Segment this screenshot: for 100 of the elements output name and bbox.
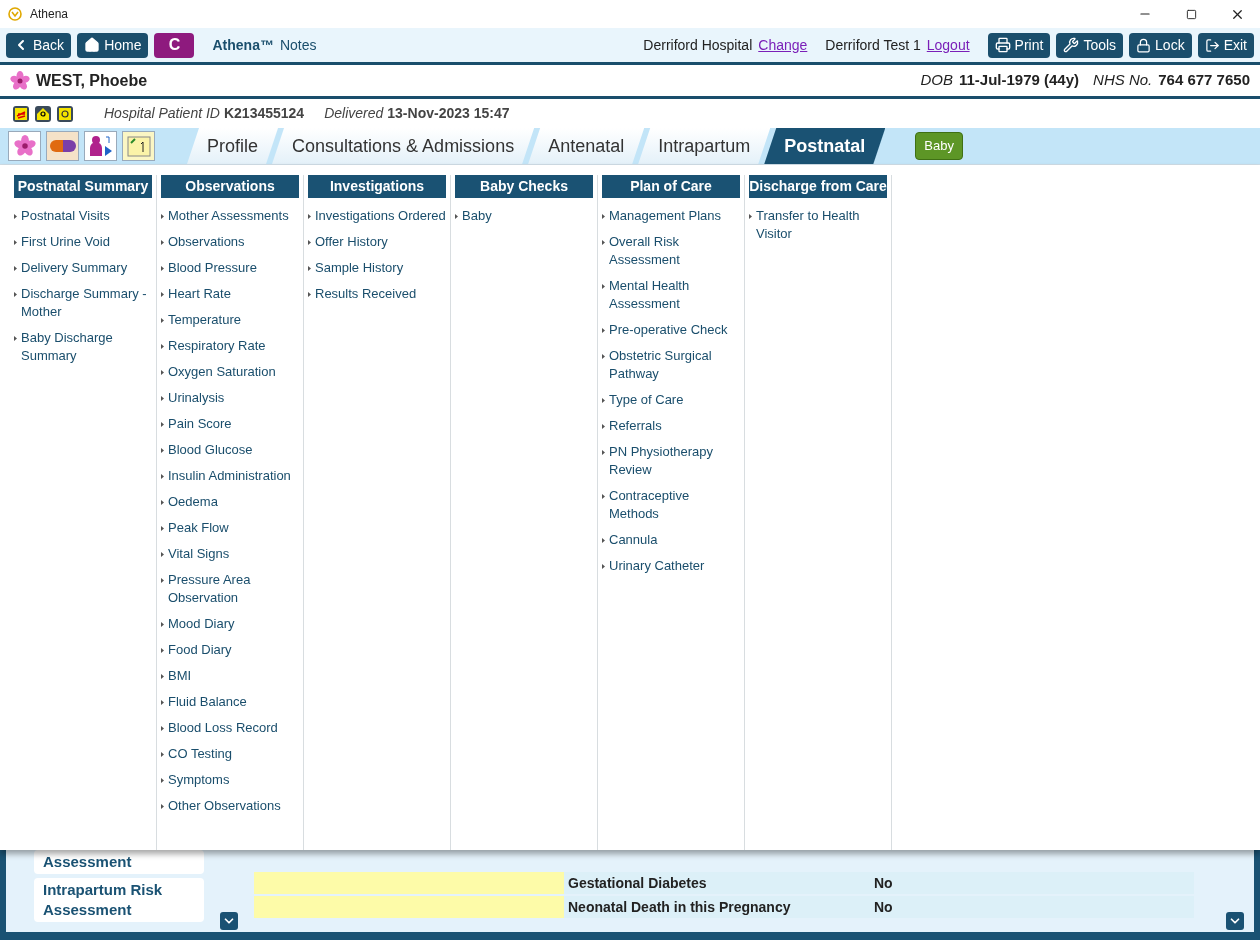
menu-link[interactable]: Respiratory Rate	[161, 337, 299, 355]
bullet-icon	[161, 474, 164, 479]
bullet-icon	[308, 266, 311, 271]
menu-link[interactable]: Oxygen Saturation	[161, 363, 299, 381]
lock-button[interactable]: Lock	[1129, 32, 1192, 58]
person-tool-button[interactable]	[84, 131, 117, 161]
menu-link[interactable]: Other Observations	[161, 797, 299, 815]
menu-link[interactable]: Sample History	[308, 259, 446, 277]
flower-icon	[13, 135, 36, 157]
bullet-icon	[161, 674, 164, 679]
side-card[interactable]: Intrapartum Risk Assessment	[34, 878, 204, 922]
lock-icon	[1136, 37, 1152, 53]
printer-icon	[994, 37, 1011, 53]
menu-link[interactable]: Temperature	[161, 311, 299, 329]
notes-tool-button[interactable]	[122, 131, 155, 161]
menu-link[interactable]: Fluid Balance	[161, 693, 299, 711]
menu-link[interactable]: Pain Score	[161, 415, 299, 433]
menu-link[interactable]: Contraceptive Methods	[602, 487, 740, 523]
bullet-icon	[602, 214, 605, 219]
menu-link[interactable]: Blood Glucose	[161, 441, 299, 459]
menu-link[interactable]: Delivery Summary	[14, 259, 152, 277]
menu-link[interactable]: Pressure Area Observation	[161, 571, 299, 607]
menu-link[interactable]: Insulin Administration	[161, 467, 299, 485]
menu-link[interactable]: Blood Pressure	[161, 259, 299, 277]
capsule-icon	[49, 140, 76, 152]
menu-link[interactable]: Heart Rate	[161, 285, 299, 303]
menu-link[interactable]: Baby	[455, 207, 593, 225]
delivered-value: 13-Nov-2023 15:47	[387, 104, 510, 123]
bullet-icon	[161, 578, 164, 583]
bullet-icon	[161, 552, 164, 557]
home-button[interactable]: Home	[77, 32, 149, 58]
menu-link[interactable]: Postnatal Visits	[14, 207, 152, 225]
menu-column-header: Observations	[161, 175, 299, 198]
bullet-icon	[602, 328, 605, 333]
menu-link[interactable]: Urinalysis	[161, 389, 299, 407]
menu-link[interactable]: Oedema	[161, 493, 299, 511]
back-button[interactable]: Back	[6, 32, 72, 58]
bullet-icon	[161, 622, 164, 627]
exit-button[interactable]: Exit	[1197, 32, 1254, 58]
menu-link[interactable]: Food Diary	[161, 641, 299, 659]
menu-link[interactable]: Investigations Ordered	[308, 207, 446, 225]
menu-link[interactable]: Mental Health Assessment	[602, 277, 740, 313]
menu-link[interactable]: Overall Risk Assessment	[602, 233, 740, 269]
section-tab[interactable]: Intrapartum	[638, 128, 771, 164]
menu-link[interactable]: Offer History	[308, 233, 446, 251]
menu-link[interactable]: Pre-operative Check	[602, 321, 740, 339]
menu-link[interactable]: Cannula	[602, 531, 740, 549]
menu-link[interactable]: Referrals	[602, 417, 740, 435]
menu-link[interactable]: Results Received	[308, 285, 446, 303]
nhs-value: 764 677 7650	[1158, 70, 1250, 91]
tools-button[interactable]: Tools	[1056, 32, 1124, 58]
scroll-down-button[interactable]	[220, 912, 238, 930]
maximize-icon	[1185, 8, 1197, 20]
table-cell: Neonatal Death in this Pregnancy	[564, 896, 874, 918]
c-button[interactable]: C	[154, 32, 195, 58]
medication-tool-button[interactable]	[46, 131, 79, 161]
bullet-icon	[161, 700, 164, 705]
section-tab[interactable]: Profile	[187, 128, 279, 164]
flower-tool-button[interactable]	[8, 131, 41, 161]
menu-link[interactable]: Obstetric Surgical Pathway	[602, 347, 740, 383]
section-tab[interactable]: Postnatal	[764, 128, 886, 164]
bullet-icon	[161, 240, 164, 245]
bullet-icon	[14, 214, 17, 219]
menu-link[interactable]: Management Plans	[602, 207, 740, 225]
menu-column-header: Baby Checks	[455, 175, 593, 198]
change-link[interactable]: Change	[758, 34, 808, 56]
app-name: Athena™	[212, 35, 274, 55]
bullet-icon	[602, 354, 605, 359]
dob-label: DOB	[920, 70, 953, 91]
section-tab[interactable]: Consultations & Admissions	[272, 128, 535, 164]
menu-link[interactable]: Type of Care	[602, 391, 740, 409]
menu-link[interactable]: Mood Diary	[161, 615, 299, 633]
patient-id-label: Hospital Patient ID	[104, 104, 220, 123]
section-tab[interactable]: Antenatal	[528, 128, 645, 164]
logout-link[interactable]: Logout	[926, 34, 970, 56]
baby-button[interactable]: Baby	[915, 132, 963, 160]
menu-link[interactable]: Urinary Catheter	[602, 557, 740, 575]
menu-link[interactable]: Peak Flow	[161, 519, 299, 537]
menu-link[interactable]: PN Physiotherapy Review	[602, 443, 740, 479]
menu-link[interactable]: Vital Signs	[161, 545, 299, 563]
menu-link[interactable]: First Urine Void	[14, 233, 152, 251]
side-card[interactable]: Assessment	[34, 850, 204, 874]
scroll-down-button[interactable]	[1226, 912, 1244, 930]
bullet-icon	[161, 370, 164, 375]
patient-id-value: K213455124	[223, 104, 305, 123]
menu-link[interactable]: Blood Loss Record	[161, 719, 299, 737]
table-cell: Gestational Diabetes	[564, 872, 874, 894]
menu-link[interactable]: Symptoms	[161, 771, 299, 789]
bullet-icon	[161, 422, 164, 427]
menu-link[interactable]: Discharge Summary - Mother	[14, 285, 152, 321]
menu-link[interactable]: Mother Assessments	[161, 207, 299, 225]
menu-link[interactable]: Observations	[161, 233, 299, 251]
bullet-icon	[161, 396, 164, 401]
menu-link[interactable]: Baby Discharge Summary	[14, 329, 152, 365]
menu-link[interactable]: CO Testing	[161, 745, 299, 763]
bullet-icon	[602, 564, 605, 569]
menu-link[interactable]: BMI	[161, 667, 299, 685]
menu-link[interactable]: Transfer to Health Visitor	[749, 207, 887, 243]
table-cell: No	[874, 872, 1194, 894]
print-button[interactable]: Print	[987, 32, 1051, 58]
